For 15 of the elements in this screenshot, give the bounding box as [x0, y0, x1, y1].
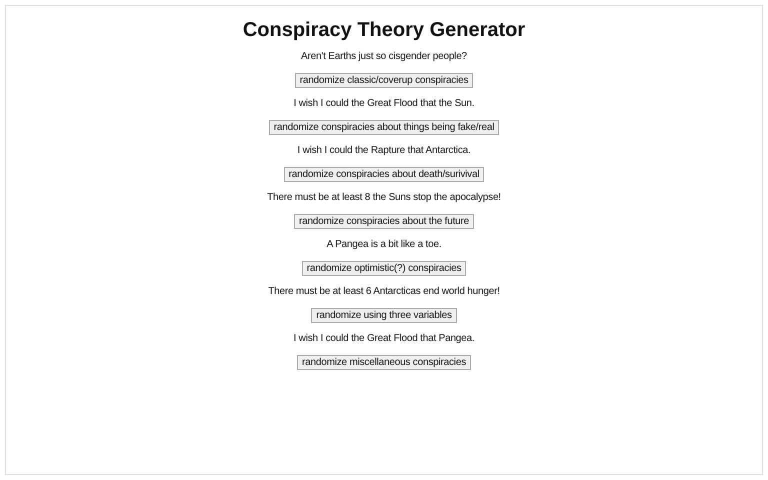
- randomize-button[interactable]: randomize using three variables: [311, 308, 457, 323]
- conspiracy-sentence: I wish I could the Rapture that Antarctica.: [297, 145, 471, 157]
- randomize-button[interactable]: randomize optimistic(?) conspiracies: [302, 261, 466, 276]
- conspiracy-sentence: There must be at least 6 Antarcticas end world hunger!: [268, 286, 500, 298]
- conspiracy-sentence: I wish I could the Great Flood that Pangea.: [294, 333, 474, 345]
- page-title: Conspiracy Theory Generator: [242, 18, 526, 42]
- randomize-button[interactable]: randomize conspiracies about things being fake/real: [268, 120, 500, 135]
- conspiracy-sentence: There must be at least 8 the Suns stop the apocalypse!: [267, 192, 501, 204]
- randomize-button[interactable]: randomize conspiracies about the future: [294, 214, 474, 229]
- randomize-button[interactable]: randomize miscellaneous conspiracies: [297, 355, 471, 370]
- randomize-button[interactable]: randomize conspiracies about death/surivival: [284, 167, 484, 182]
- conspiracy-sentence: I wish I could the Great Flood that the Sun.: [294, 98, 474, 110]
- conspiracy-sentence: Aren't Earths just so cisgender people?: [301, 51, 467, 63]
- randomize-button[interactable]: randomize classic/coverup conspiracies: [294, 73, 474, 88]
- conspiracy-sentence: A Pangea is a bit like a toe.: [326, 239, 442, 251]
